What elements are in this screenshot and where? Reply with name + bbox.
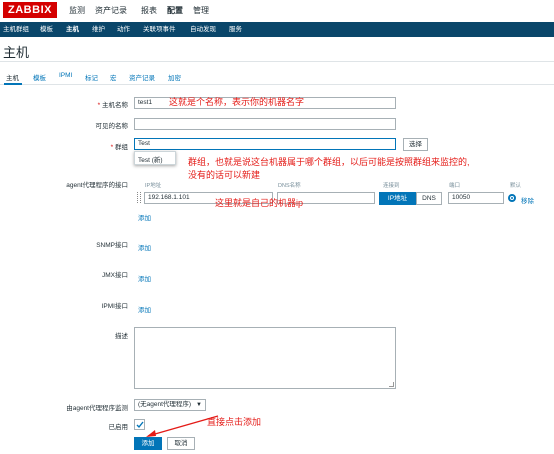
col-connect-header: 连接到 [383, 183, 400, 189]
nav-monitoring[interactable]: 监测 [69, 5, 85, 16]
cancel-button[interactable]: 取消 [167, 437, 195, 450]
subnav-templates[interactable]: 模板 [40, 24, 53, 35]
ipmi-interface-label: IPMI接口 [101, 303, 128, 310]
subnav-correlation[interactable]: 关联项事件 [143, 24, 176, 35]
tab-inventory[interactable]: 资产记录 [129, 72, 155, 82]
enabled-label: 已启用 [108, 424, 129, 431]
connect-ip-button[interactable]: IP地址 [379, 192, 416, 205]
tab-divider [0, 84, 554, 85]
proxy-select-value: (无agent代理程序) [138, 401, 192, 408]
add-agent-interface-link[interactable]: 添加 [138, 212, 151, 222]
resize-handle-icon[interactable] [389, 382, 394, 387]
col-ip-header: IP地址 [145, 183, 162, 189]
select-groups-button[interactable]: 选择 [403, 138, 428, 151]
nav-reports[interactable]: 报表 [141, 5, 157, 16]
nav-configuration[interactable]: 配置 [167, 5, 183, 16]
add-button[interactable]: 添加 [134, 437, 162, 450]
subnav-discovery[interactable]: 自动发现 [190, 24, 216, 35]
zabbix-logo[interactable]: ZABBIX [3, 2, 57, 18]
active-tab-indicator [4, 83, 22, 85]
page-title: 主机 [3, 45, 30, 60]
nav-inventory[interactable]: 资产记录 [95, 5, 127, 16]
dropdown-option-test-new[interactable]: Test (新) [138, 154, 163, 164]
subnav-actions[interactable]: 动作 [117, 24, 130, 35]
nav-administration[interactable]: 管理 [193, 5, 209, 16]
connect-dns-button[interactable]: DNS [416, 192, 442, 205]
jmx-interface-label: JMX接口 [102, 272, 128, 279]
agent-interface-label: agent代理程序的接口 [66, 182, 128, 189]
add-jmx-interface-link[interactable]: 添加 [138, 273, 151, 283]
tab-macros[interactable]: 宏 [110, 72, 117, 82]
groups-label: * 群组 [110, 144, 128, 151]
tab-ipmi[interactable]: IPMI [59, 72, 72, 79]
divider [0, 61, 554, 62]
tab-encryption[interactable]: 加密 [168, 72, 181, 82]
visible-name-label: 可见的名称 [95, 123, 129, 130]
proxy-select[interactable]: (无agent代理程序) ▼ [134, 399, 206, 411]
groups-input[interactable]: Test [134, 138, 396, 150]
chevron-down-icon: ▼ [196, 402, 202, 408]
description-textarea[interactable] [134, 327, 396, 389]
proxy-label: 由agent代理程序监测 [66, 405, 128, 412]
drag-handle-icon[interactable] [137, 192, 141, 203]
subnav-host-groups[interactable]: 主机群组 [3, 24, 29, 35]
visible-name-input[interactable] [134, 118, 396, 130]
col-dns-header: DNS名称 [278, 183, 301, 189]
col-default-header: 默认 [510, 183, 522, 189]
snmp-interface-label: SNMP接口 [96, 242, 128, 249]
sub-nav-bar [0, 22, 554, 37]
annotation-group-line2: 没有的话可以新建 [188, 170, 261, 180]
remove-interface-link[interactable]: 移除 [521, 195, 534, 205]
subnav-services[interactable]: 服务 [229, 24, 242, 35]
subnav-hosts[interactable]: 主机 [66, 24, 79, 35]
annotation-host-name: 这就是个名称，表示你的机器名字 [169, 97, 305, 107]
host-name-label: * 主机名称 [97, 102, 128, 109]
description-label: 描述 [115, 333, 128, 340]
tab-tags[interactable]: 标记 [85, 72, 98, 82]
subnav-maintenance[interactable]: 维护 [92, 24, 105, 35]
port-input[interactable]: 10050 [448, 192, 504, 204]
annotation-ip: 这里就是自己的机器ip [215, 198, 304, 208]
annotation-group-line1: 群组，也就是说这台机器属于哪个群组，以后可能是按照群组来监控的, [188, 157, 470, 167]
add-snmp-interface-link[interactable]: 添加 [138, 242, 151, 252]
tab-host[interactable]: 主机 [6, 72, 19, 82]
col-port-header: 端口 [449, 183, 461, 189]
group-suggestion-dropdown[interactable]: Test (新) [134, 151, 176, 165]
tab-templates[interactable]: 模板 [33, 72, 46, 82]
default-radio[interactable] [508, 194, 516, 202]
add-ipmi-interface-link[interactable]: 添加 [138, 304, 151, 314]
radio-dot-icon [511, 197, 513, 199]
